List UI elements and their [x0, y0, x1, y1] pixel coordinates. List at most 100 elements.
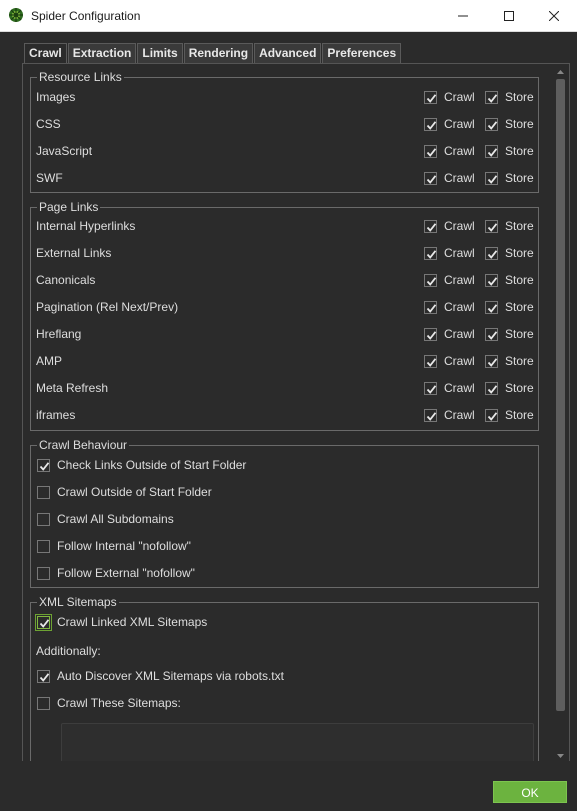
crawl-checkbox[interactable]: [424, 382, 437, 395]
page-link-row: Meta Refresh Crawl Store: [31, 376, 538, 403]
crawl-label: Crawl: [444, 171, 475, 185]
close-button[interactable]: [531, 0, 577, 32]
ok-button[interactable]: OK: [493, 781, 567, 803]
store-label: Store: [505, 354, 534, 368]
minimize-button[interactable]: [440, 0, 486, 32]
resource-link-row: Images Crawl Store: [31, 85, 538, 112]
resource-link-label: SWF: [36, 171, 63, 185]
store-checkbox[interactable]: [485, 247, 498, 260]
store-checkbox[interactable]: [485, 220, 498, 233]
store-checkbox[interactable]: [485, 145, 498, 158]
store-checkbox[interactable]: [485, 301, 498, 314]
page-link-label: Meta Refresh: [36, 381, 109, 395]
crawl-behaviour-label: Follow Internal "nofollow": [57, 539, 191, 553]
store-label: Store: [505, 117, 534, 131]
checkmark-icon: [487, 358, 498, 367]
resource-link-row: SWF Crawl Store: [31, 166, 538, 193]
store-checkbox[interactable]: [485, 409, 498, 422]
store-label: Store: [505, 219, 534, 233]
checkmark-icon: [426, 385, 437, 394]
crawl-behaviour-option: Crawl All Subdomains: [31, 507, 538, 534]
tab-extraction[interactable]: Extraction: [67, 43, 137, 63]
crawl-checkbox[interactable]: [424, 220, 437, 233]
scroll-thumb[interactable]: [556, 79, 565, 711]
crawl-label: Crawl: [444, 354, 475, 368]
crawl-behaviour-label: Check Links Outside of Start Folder: [57, 458, 247, 472]
page-link-label: iframes: [36, 408, 76, 422]
scroll-up-arrow-icon[interactable]: [554, 67, 567, 77]
page-link-row: Internal Hyperlinks Crawl Store: [31, 214, 538, 241]
checkmark-icon: [426, 412, 437, 421]
checkmark-icon: [426, 304, 437, 313]
crawl-behaviour-option: Crawl Outside of Start Folder: [31, 480, 538, 507]
tab-crawl[interactable]: Crawl: [24, 43, 67, 63]
crawl-checkbox[interactable]: [424, 247, 437, 260]
tab-limits[interactable]: Limits: [137, 43, 183, 63]
store-checkbox[interactable]: [485, 328, 498, 341]
store-label: Store: [505, 144, 534, 158]
crawl-checkbox[interactable]: [424, 91, 437, 104]
store-label: Store: [505, 327, 534, 341]
resource-links-group: Resource Links Images Crawl Store CSS Crawl S…: [30, 70, 539, 193]
vertical-scrollbar[interactable]: [554, 67, 567, 761]
store-label: Store: [505, 246, 534, 260]
resource-link-row: JavaScript Crawl Store: [31, 139, 538, 166]
store-checkbox[interactable]: [485, 91, 498, 104]
resource-link-label: CSS: [36, 117, 61, 131]
checkmark-icon: [487, 412, 498, 421]
store-checkbox[interactable]: [485, 382, 498, 395]
xml-sitemaps-group: XML Sitemaps Crawl Linked XML Sitemaps Ad…: [30, 595, 539, 773]
crawl-linked-sitemaps-label: Crawl Linked XML Sitemaps: [57, 615, 208, 629]
crawl-checkbox[interactable]: [424, 172, 437, 185]
crawl-behaviour-checkbox[interactable]: [37, 459, 50, 472]
crawl-these-sitemaps-option: Crawl These Sitemaps:: [31, 691, 538, 718]
checkmark-icon: [426, 121, 437, 130]
store-checkbox[interactable]: [485, 118, 498, 131]
tab-preferences[interactable]: Preferences: [322, 43, 402, 63]
crawl-checkbox[interactable]: [424, 301, 437, 314]
group-title: Page Links: [37, 200, 101, 214]
crawl-behaviour-checkbox[interactable]: [37, 486, 50, 499]
crawl-these-sitemaps-checkbox[interactable]: [37, 697, 50, 710]
scroll-down-arrow-icon[interactable]: [554, 751, 567, 761]
page-link-label: External Links: [36, 246, 112, 260]
page-link-label: Canonicals: [36, 273, 96, 287]
crawl-checkbox[interactable]: [424, 409, 437, 422]
crawl-checkbox[interactable]: [424, 274, 437, 287]
page-link-label: Pagination (Rel Next/Prev): [36, 300, 179, 314]
page-link-label: Hreflang: [36, 327, 82, 341]
store-checkbox[interactable]: [485, 355, 498, 368]
window-title: Spider Configuration: [31, 9, 141, 23]
resource-link-row: CSS Crawl Store: [31, 112, 538, 139]
crawl-checkbox[interactable]: [424, 145, 437, 158]
crawl-behaviour-checkbox[interactable]: [37, 540, 50, 553]
crawl-label: Crawl: [444, 219, 475, 233]
tab-advanced[interactable]: Advanced: [254, 43, 322, 63]
store-label: Store: [505, 171, 534, 185]
checkmark-icon: [487, 94, 498, 103]
page-link-row: Pagination (Rel Next/Prev) Crawl Store: [31, 295, 538, 322]
crawl-linked-sitemaps-checkbox[interactable]: [35, 614, 52, 631]
crawl-behaviour-group: Crawl Behaviour Check Links Outside of S…: [30, 438, 539, 588]
crawl-behaviour-label: Crawl All Subdomains: [57, 512, 174, 526]
maximize-button[interactable]: [486, 0, 532, 32]
crawl-checkbox[interactable]: [424, 118, 437, 131]
store-checkbox[interactable]: [485, 172, 498, 185]
page-link-row: iframes Crawl Store: [31, 403, 538, 430]
auto-discover-checkbox[interactable]: [37, 670, 50, 683]
crawl-checkbox[interactable]: [424, 355, 437, 368]
tab-rendering[interactable]: Rendering: [183, 43, 254, 63]
group-title: Crawl Behaviour: [37, 438, 130, 452]
crawl-behaviour-option: Follow Internal "nofollow": [31, 534, 538, 561]
crawl-label: Crawl: [444, 246, 475, 260]
crawl-behaviour-checkbox[interactable]: [37, 513, 50, 526]
resource-link-label: Images: [36, 90, 76, 104]
title-bar: Spider Configuration: [0, 0, 577, 32]
checkmark-icon: [426, 94, 437, 103]
resource-link-label: JavaScript: [36, 144, 93, 158]
page-link-row: Canonicals Crawl Store: [31, 268, 538, 295]
store-checkbox[interactable]: [485, 274, 498, 287]
crawl-behaviour-checkbox[interactable]: [37, 567, 50, 580]
crawl-label: Crawl: [444, 327, 475, 341]
crawl-checkbox[interactable]: [424, 328, 437, 341]
